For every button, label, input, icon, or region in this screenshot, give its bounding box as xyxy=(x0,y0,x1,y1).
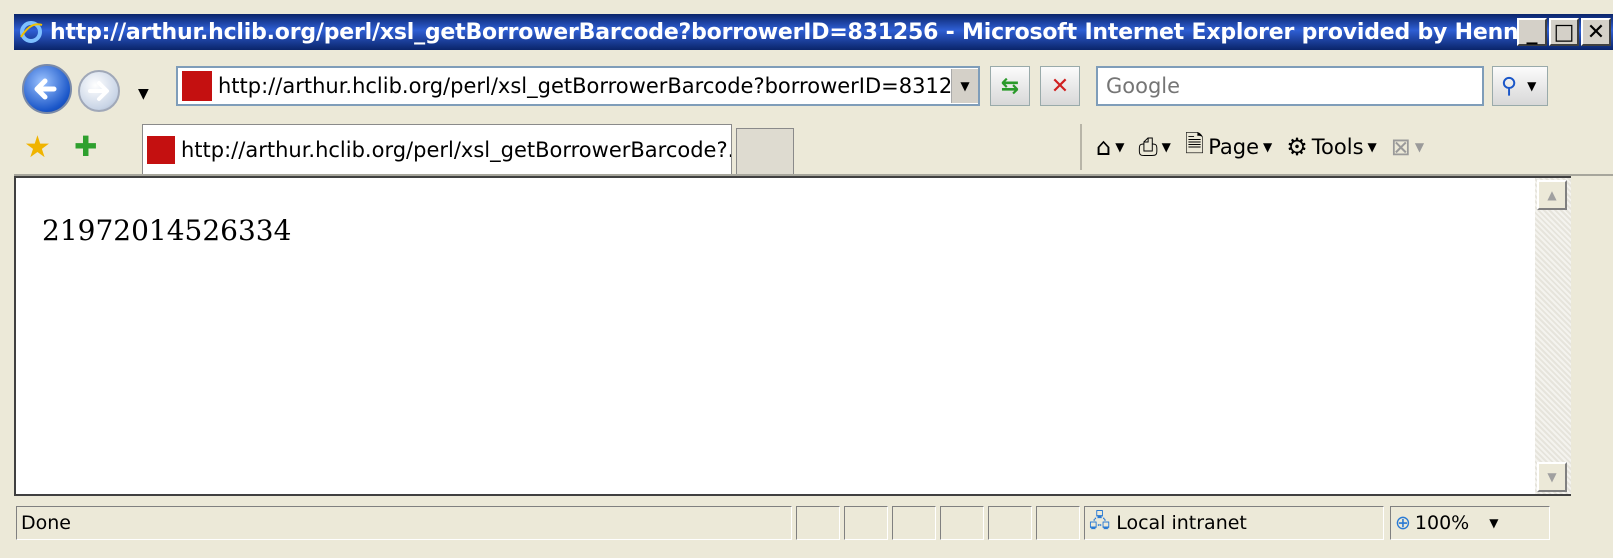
refresh-icon: ⇆ xyxy=(1000,73,1020,99)
page-menu-label: Page xyxy=(1208,135,1260,159)
back-arrow-icon xyxy=(34,78,57,100)
chevron-down-icon: ▼ xyxy=(1367,140,1377,154)
page-content: 21972014526334 xyxy=(14,176,1535,496)
address-bar[interactable]: http://arthur.hclib.org/perl/xsl_getBorr… xyxy=(176,66,980,106)
page-icon: 🗎 xyxy=(1184,129,1205,158)
browser-window: http://arthur.hclib.org/perl/xsl_getBorr… xyxy=(0,0,1613,558)
borrower-barcode: 21972014526334 xyxy=(42,214,292,247)
scroll-down-button[interactable]: ▼ xyxy=(1537,462,1567,492)
chevron-down-icon: ▼ xyxy=(1263,140,1273,154)
recent-pages-dropdown-icon[interactable]: ▼ xyxy=(138,86,149,102)
window-title: http://arthur.hclib.org/perl/xsl_getBorr… xyxy=(50,19,1517,45)
vertical-scrollbar[interactable]: ▲ ▼ xyxy=(1535,176,1571,496)
maximize-button[interactable]: □ xyxy=(1549,18,1579,46)
scroll-up-button[interactable]: ▲ xyxy=(1537,180,1567,210)
address-dropdown-icon[interactable]: ▼ xyxy=(951,69,978,103)
intranet-globe-icon: 🖧 xyxy=(1089,510,1111,532)
home-icon: ⌂ xyxy=(1096,133,1112,161)
search-options-dropdown-icon[interactable]: ▼ xyxy=(1527,79,1536,93)
title-bar[interactable]: http://arthur.hclib.org/perl/xsl_getBorr… xyxy=(14,14,1613,50)
zoom-level: 100% xyxy=(1414,512,1470,534)
favorites-star-icon[interactable]: ★ xyxy=(24,130,51,165)
refresh-button[interactable]: ⇆ xyxy=(990,66,1030,106)
minimize-button[interactable]: _ xyxy=(1517,18,1547,46)
tab-label: http://arthur.hclib.org/perl/xsl_getBorr… xyxy=(181,137,731,162)
add-favorites-icon[interactable]: ✚ xyxy=(74,130,97,163)
address-url[interactable]: http://arthur.hclib.org/perl/xsl_getBorr… xyxy=(218,74,951,98)
tools-menu-label: Tools xyxy=(1311,135,1364,159)
page-menu[interactable]: 🗎 Page ▼ xyxy=(1185,127,1272,168)
forward-arrow-icon xyxy=(88,81,109,101)
tab-current-page[interactable]: http://arthur.hclib.org/perl/xsl_getBorr… xyxy=(142,124,732,174)
forward-button[interactable] xyxy=(78,70,120,112)
status-bar: Done 🖧 Local intranet ⊕ 100% ▼ xyxy=(14,498,1613,558)
new-tab-button[interactable] xyxy=(736,128,794,174)
status-pane xyxy=(988,506,1032,540)
close-button[interactable]: ✕ xyxy=(1581,18,1611,46)
tab-favicon-icon xyxy=(147,135,175,164)
chevron-down-icon: ▼ xyxy=(1161,140,1171,154)
status-pane xyxy=(892,506,936,540)
search-box[interactable] xyxy=(1096,66,1484,106)
zoom-icon: ⊕ xyxy=(1395,512,1411,534)
security-zone-label: Local intranet xyxy=(1116,512,1247,534)
status-pane xyxy=(1036,506,1080,540)
command-bar: ⌂ ▼ ⎙ ▼ 🗎 Page ▼ ⚙ Tools ▼ ⊠ ▼ xyxy=(1080,124,1424,170)
zoom-dropdown-icon[interactable]: ▼ xyxy=(1489,516,1498,530)
chevron-down-icon: ▼ xyxy=(1115,140,1125,154)
tools-menu[interactable]: ⚙ Tools ▼ xyxy=(1286,133,1376,161)
back-button[interactable] xyxy=(22,64,72,114)
navigation-bar: ▼ http://arthur.hclib.org/perl/xsl_getBo… xyxy=(14,52,1613,118)
status-pane xyxy=(844,506,888,540)
gear-icon: ⚙ xyxy=(1286,133,1308,161)
status-text: Done xyxy=(16,506,792,540)
home-button[interactable]: ⌂ ▼ xyxy=(1096,133,1124,161)
security-zone[interactable]: 🖧 Local intranet xyxy=(1084,506,1384,540)
site-favicon-icon xyxy=(182,71,212,101)
feeds-button[interactable]: ⊠ ▼ xyxy=(1391,133,1424,161)
stop-button[interactable]: ✕ xyxy=(1040,66,1080,106)
status-pane xyxy=(940,506,984,540)
zoom-control[interactable]: ⊕ 100% ▼ xyxy=(1390,506,1550,540)
search-button[interactable]: ⚲ ▼ xyxy=(1492,66,1548,106)
search-input[interactable] xyxy=(1104,68,1478,104)
print-button[interactable]: ⎙ ▼ xyxy=(1138,133,1170,161)
search-icon: ⚲ xyxy=(1501,73,1518,99)
status-pane xyxy=(796,506,840,540)
printer-icon: ⎙ xyxy=(1138,133,1158,161)
rss-feed-icon: ⊠ xyxy=(1390,133,1411,161)
ie-logo-icon xyxy=(20,21,43,43)
tab-row: ★ ✚ http://arthur.hclib.org/perl/xsl_get… xyxy=(14,118,1613,176)
stop-icon: ✕ xyxy=(1050,73,1070,99)
chevron-down-icon: ▼ xyxy=(1414,140,1425,154)
